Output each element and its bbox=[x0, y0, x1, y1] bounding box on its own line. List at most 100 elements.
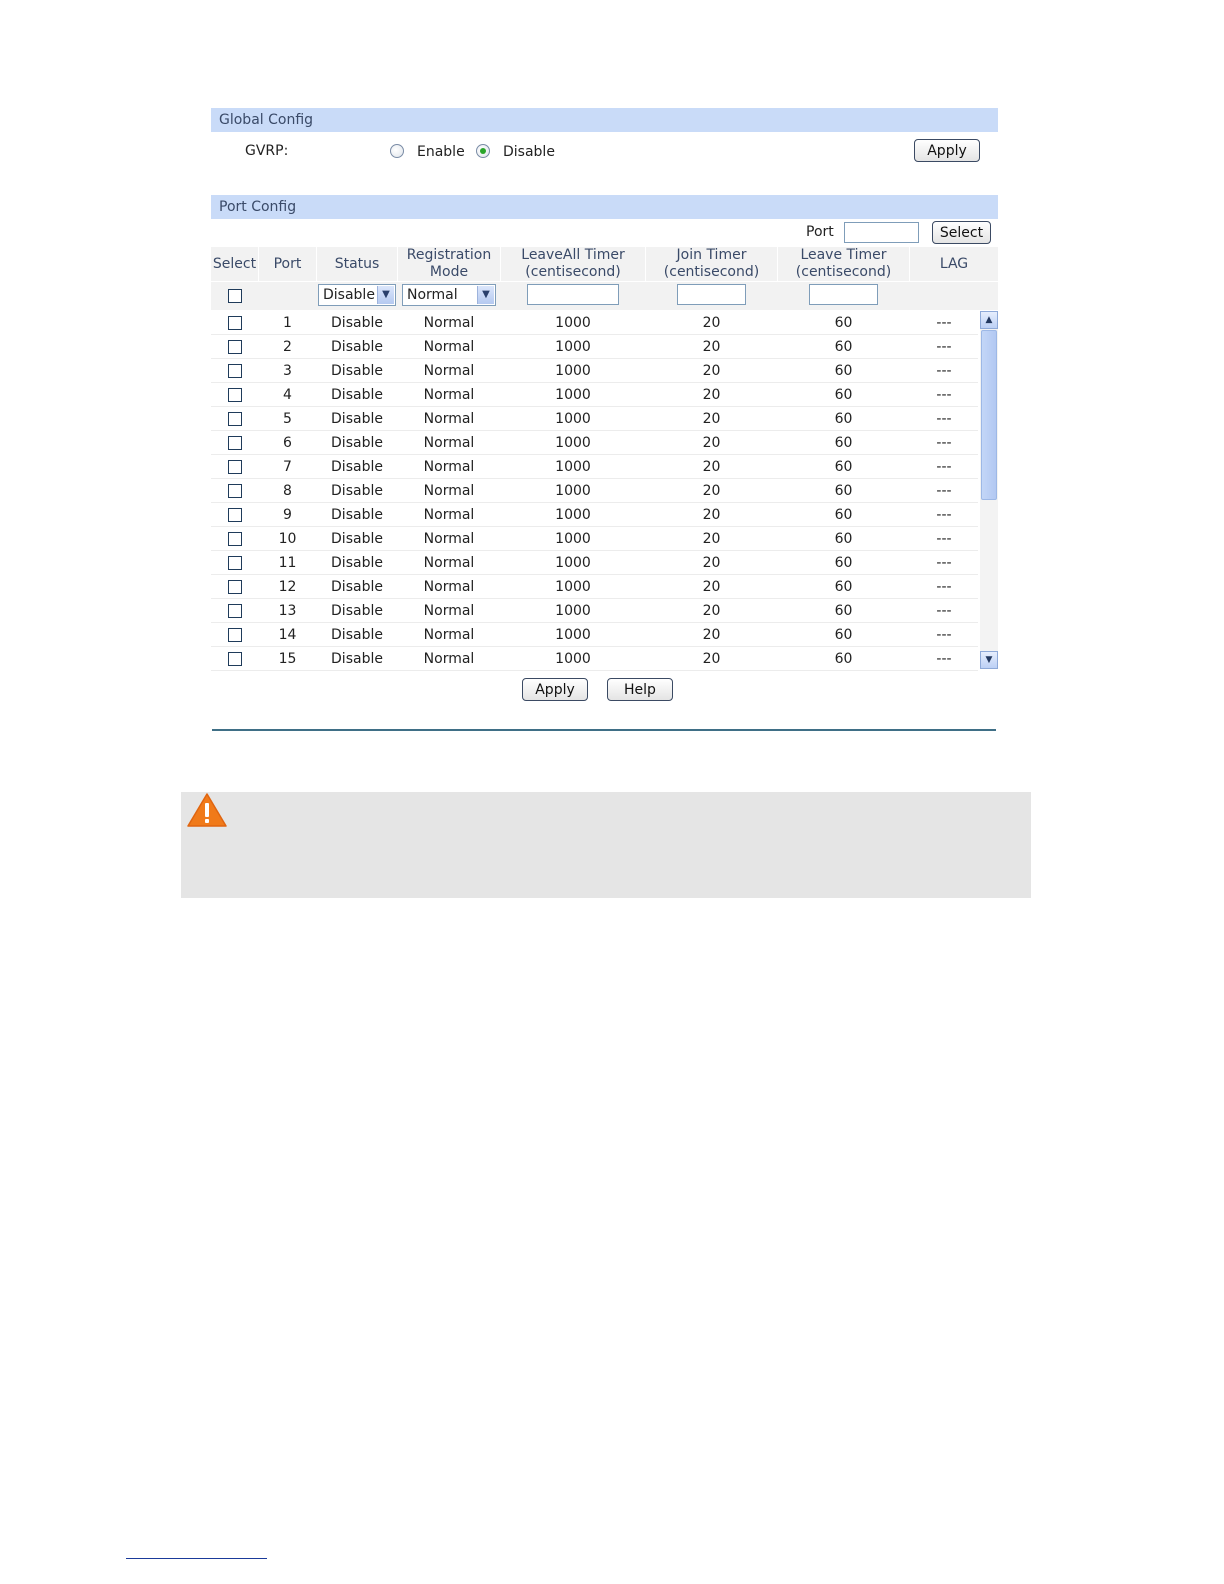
cell-port: 6 bbox=[283, 435, 292, 451]
cell-lag: --- bbox=[936, 531, 952, 547]
table-row: 3 Disable Normal 1000 20 60 --- bbox=[211, 359, 978, 383]
cell-registration: Normal bbox=[423, 363, 475, 379]
port-filter-input[interactable] bbox=[844, 222, 919, 243]
row-select-checkbox[interactable] bbox=[228, 316, 242, 330]
cell-lag: --- bbox=[936, 651, 952, 667]
cell-leave: 60 bbox=[834, 435, 853, 451]
cell-port: 14 bbox=[278, 627, 297, 643]
cell-port: 13 bbox=[278, 603, 297, 619]
col-header-status: Status bbox=[317, 247, 397, 281]
cell-status: Disable bbox=[331, 459, 383, 475]
row-select-checkbox[interactable] bbox=[228, 532, 242, 546]
row-select-checkbox[interactable] bbox=[228, 556, 242, 570]
col-header-registration-line2: Mode bbox=[429, 264, 469, 280]
port-config-header: Port Config bbox=[211, 195, 998, 219]
cell-registration: Normal bbox=[423, 651, 475, 667]
cell-port: 8 bbox=[283, 483, 292, 499]
scroll-up-button[interactable]: ▲ bbox=[980, 311, 998, 329]
row-select-checkbox[interactable] bbox=[228, 508, 242, 522]
table-row: 9 Disable Normal 1000 20 60 --- bbox=[211, 503, 978, 527]
cell-status: Disable bbox=[331, 315, 383, 331]
gvrp-disable-radio[interactable] bbox=[476, 144, 490, 158]
gvrp-disable-label: Disable bbox=[503, 144, 555, 160]
cell-leaveall: 1000 bbox=[555, 315, 591, 331]
bulk-status-select[interactable]: Disable ▼ bbox=[318, 284, 396, 306]
row-select-checkbox[interactable] bbox=[228, 604, 242, 618]
cell-status: Disable bbox=[331, 651, 383, 667]
row-select-checkbox[interactable] bbox=[228, 460, 242, 474]
cell-registration: Normal bbox=[423, 507, 475, 523]
cell-join: 20 bbox=[702, 627, 721, 643]
row-select-checkbox[interactable] bbox=[228, 628, 242, 642]
cell-join: 20 bbox=[702, 363, 721, 379]
cell-lag: --- bbox=[936, 315, 952, 331]
cell-leave: 60 bbox=[834, 315, 853, 331]
cell-leaveall: 1000 bbox=[555, 531, 591, 547]
row-select-checkbox[interactable] bbox=[228, 340, 242, 354]
col-header-leaveall-line2: (centisecond) bbox=[525, 264, 621, 280]
gvrp-enable-radio[interactable] bbox=[390, 144, 404, 158]
col-header-leaveall-timer: LeaveAll Timer (centisecond) bbox=[501, 247, 645, 281]
cell-join: 20 bbox=[702, 387, 721, 403]
cell-leave: 60 bbox=[834, 483, 853, 499]
footnote-rule bbox=[126, 1558, 267, 1559]
cell-registration: Normal bbox=[423, 411, 475, 427]
scroll-down-button[interactable]: ▼ bbox=[980, 651, 998, 669]
cell-lag: --- bbox=[936, 411, 952, 427]
cell-leaveall: 1000 bbox=[555, 339, 591, 355]
cell-leaveall: 1000 bbox=[555, 555, 591, 571]
cell-registration: Normal bbox=[423, 315, 475, 331]
cell-lag: --- bbox=[936, 627, 952, 643]
col-header-join-line2: (centisecond) bbox=[663, 264, 760, 280]
port-select-button[interactable]: Select bbox=[932, 221, 991, 244]
bulk-registration-select[interactable]: Normal ▼ bbox=[402, 284, 496, 306]
scrollbar-thumb[interactable] bbox=[981, 330, 997, 500]
cell-registration: Normal bbox=[423, 627, 475, 643]
global-apply-button[interactable]: Apply bbox=[914, 139, 980, 162]
cell-leave: 60 bbox=[834, 579, 853, 595]
cell-status: Disable bbox=[331, 579, 383, 595]
cell-join: 20 bbox=[702, 507, 721, 523]
table-row: 6 Disable Normal 1000 20 60 --- bbox=[211, 431, 978, 455]
row-select-checkbox[interactable] bbox=[228, 364, 242, 378]
col-header-lag: LAG bbox=[910, 247, 998, 281]
col-header-join-timer: Join Timer (centisecond) bbox=[646, 247, 777, 281]
row-select-checkbox[interactable] bbox=[228, 484, 242, 498]
cell-lag: --- bbox=[936, 339, 952, 355]
cell-port: 11 bbox=[278, 555, 297, 571]
row-select-checkbox[interactable] bbox=[228, 580, 242, 594]
cell-leave: 60 bbox=[834, 555, 853, 571]
cell-registration: Normal bbox=[423, 435, 475, 451]
select-all-checkbox[interactable] bbox=[228, 289, 242, 303]
chevron-up-icon: ▲ bbox=[985, 315, 993, 325]
cell-leaveall: 1000 bbox=[555, 411, 591, 427]
cell-join: 20 bbox=[702, 651, 721, 667]
cell-status: Disable bbox=[331, 507, 383, 523]
row-select-checkbox[interactable] bbox=[228, 652, 242, 666]
cell-status: Disable bbox=[331, 387, 383, 403]
cell-leave: 60 bbox=[834, 339, 853, 355]
row-select-checkbox[interactable] bbox=[228, 436, 242, 450]
cell-status: Disable bbox=[331, 603, 383, 619]
bulk-registration-value: Normal bbox=[407, 287, 458, 303]
col-header-join-line1: Join Timer bbox=[676, 247, 747, 263]
port-apply-button[interactable]: Apply bbox=[522, 678, 588, 701]
bulk-join-input[interactable] bbox=[677, 284, 746, 305]
cell-registration: Normal bbox=[423, 339, 475, 355]
cell-leave: 60 bbox=[834, 459, 853, 475]
cell-lag: --- bbox=[936, 387, 952, 403]
table-row: 1 Disable Normal 1000 20 60 --- bbox=[211, 311, 978, 335]
col-header-leave-timer: Leave Timer (centisecond) bbox=[778, 247, 909, 281]
bulk-leave-input[interactable] bbox=[809, 284, 878, 305]
help-button[interactable]: Help bbox=[607, 678, 673, 701]
col-header-registration-mode: Registration Mode bbox=[398, 247, 500, 281]
cell-registration: Normal bbox=[423, 579, 475, 595]
row-select-checkbox[interactable] bbox=[228, 412, 242, 426]
cell-registration: Normal bbox=[423, 387, 475, 403]
port-filter-label: Port bbox=[806, 224, 834, 240]
cell-leaveall: 1000 bbox=[555, 459, 591, 475]
row-select-checkbox[interactable] bbox=[228, 388, 242, 402]
cell-leaveall: 1000 bbox=[555, 483, 591, 499]
cell-status: Disable bbox=[331, 363, 383, 379]
bulk-leaveall-input[interactable] bbox=[527, 284, 619, 305]
